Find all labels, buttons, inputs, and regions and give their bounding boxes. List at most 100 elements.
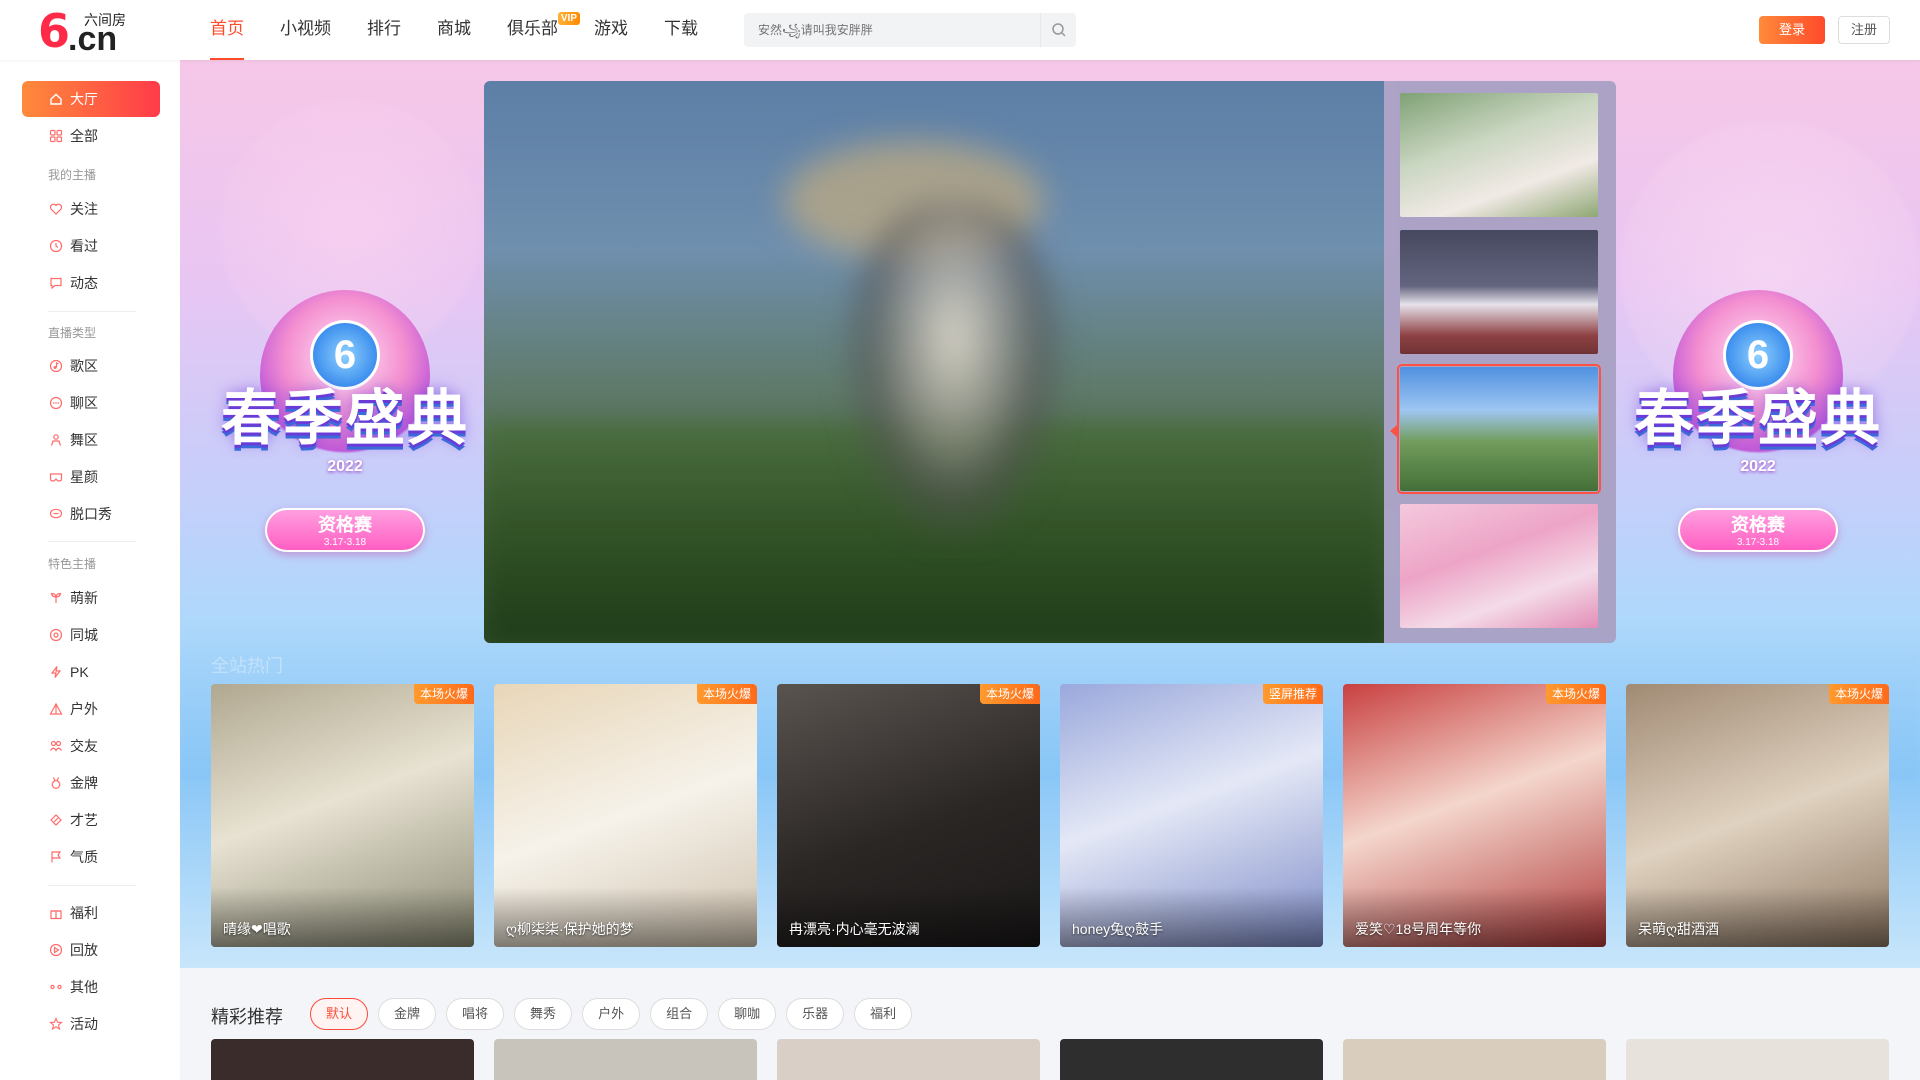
sidebar-item-pk[interactable]: PK — [22, 654, 160, 690]
talent-icon — [48, 812, 64, 828]
sidebar-item-events[interactable]: 活动 — [22, 1006, 160, 1042]
live-card[interactable]: 竖屏推荐 honey兔ღ鼓手 — [1060, 684, 1323, 947]
sidebar-item-dating[interactable]: 交友 — [22, 728, 160, 764]
sidebar-item-hall[interactable]: 大厅 — [22, 81, 160, 117]
festival-title: 春季盛典 — [1634, 384, 1882, 454]
filter-dance[interactable]: 舞秀 — [514, 998, 573, 1030]
sidebar-item-other[interactable]: 其他 — [22, 969, 160, 1005]
sidebar-item-song[interactable]: 歌区 — [22, 348, 160, 384]
nav-games[interactable]: 游戏 — [594, 0, 628, 60]
nav-club-label: 俱乐部 — [507, 19, 558, 38]
sidebar-item-label: 其他 — [70, 979, 98, 995]
sidebar-item-label: 萌新 — [70, 590, 98, 606]
sidebar-group-my-anchors: 我的主播 — [48, 168, 97, 182]
nav-club[interactable]: 俱乐部 VIP — [507, 0, 580, 60]
replay-icon — [48, 942, 64, 958]
festival-logo-left[interactable]: 6 春季盛典 2022 资格赛 3.17-3.18 — [205, 280, 485, 560]
festival-year: 2022 — [1740, 458, 1776, 475]
filter-instrument[interactable]: 乐器 — [786, 998, 845, 1030]
sidebar-item-gold[interactable]: 金牌 — [22, 765, 160, 801]
sidebar-item-label: 回放 — [70, 942, 98, 958]
card-tag: 本场火爆 — [1828, 684, 1889, 704]
nav-ranking[interactable]: 排行 — [367, 0, 401, 60]
sidebar-item-outdoor[interactable]: 户外 — [22, 691, 160, 727]
card-tag: 本场火爆 — [979, 684, 1040, 704]
filter-outdoor[interactable]: 户外 — [582, 998, 641, 1030]
filter-group[interactable]: 组合 — [650, 998, 709, 1030]
nav-home[interactable]: 首页 — [210, 0, 244, 60]
video-frame-figure — [844, 201, 1064, 541]
sidebar-item-newbie[interactable]: 萌新 — [22, 580, 160, 616]
search-input[interactable] — [744, 13, 1040, 47]
card-title: honey兔ღ鼓手 — [1072, 921, 1164, 937]
live-card[interactable]: 本场火爆 呆萌ღ甜酒酒 — [1626, 684, 1889, 947]
sidebar-item-chat[interactable]: 聊区 — [22, 385, 160, 421]
sidebar-item-local[interactable]: 同城 — [22, 617, 160, 653]
sidebar-item-talent[interactable]: 才艺 — [22, 802, 160, 838]
recommend-card[interactable] — [1343, 1039, 1606, 1080]
thumbnail-item[interactable] — [1400, 504, 1598, 628]
sidebar-item-feed[interactable]: 动态 — [22, 265, 160, 301]
festival-stage: 资格赛 — [1731, 515, 1785, 535]
sidebar-item-follow[interactable]: 关注 — [22, 191, 160, 227]
player-thumbnail-list — [1384, 81, 1616, 643]
thumbnail-item-active[interactable] — [1397, 364, 1601, 494]
festival-stage-pill[interactable]: 资格赛 3.17-3.18 — [1678, 508, 1838, 552]
sidebar-item-label: PK — [70, 664, 89, 680]
logo-name: 六间房 — [84, 12, 126, 28]
thumbnail-item[interactable] — [1400, 93, 1598, 217]
sidebar-item-label: 歌区 — [70, 358, 98, 374]
recommend-card[interactable] — [494, 1039, 757, 1080]
search-button[interactable] — [1040, 13, 1076, 47]
festival-stage: 资格赛 — [318, 515, 372, 535]
filter-singer[interactable]: 唱将 — [446, 998, 505, 1030]
star-icon — [48, 1016, 64, 1032]
sidebar-item-label: 聊区 — [70, 395, 98, 411]
live-video-player[interactable] — [484, 81, 1384, 643]
talk-icon — [48, 506, 64, 522]
live-card[interactable]: 本场火爆 ღ柳柒柒·保护她的梦 — [494, 684, 757, 947]
live-card[interactable]: 本场火爆 爱笑♡18号周年等你 — [1343, 684, 1606, 947]
sidebar-item-replay[interactable]: 回放 — [22, 932, 160, 968]
recommend-card[interactable] — [211, 1039, 474, 1080]
recommend-card[interactable] — [1060, 1039, 1323, 1080]
register-button[interactable]: 注册 — [1838, 16, 1890, 44]
friends-icon — [48, 738, 64, 754]
recommend-card[interactable] — [1626, 1039, 1889, 1080]
filter-default[interactable]: 默认 — [310, 998, 369, 1030]
filter-gold[interactable]: 金牌 — [378, 998, 437, 1030]
sidebar-item-welfare[interactable]: 福利 — [22, 895, 160, 931]
sidebar-item-label: 户外 — [70, 701, 98, 717]
music-icon — [48, 358, 64, 374]
nav-mall[interactable]: 商城 — [437, 0, 471, 60]
recommend-card[interactable] — [777, 1039, 1040, 1080]
sidebar-item-label: 气质 — [70, 849, 98, 865]
dots-icon — [48, 979, 64, 995]
festival-dates: 3.17-3.18 — [323, 537, 367, 548]
festival-stage-pill[interactable]: 资格赛 3.17-3.18 — [265, 508, 425, 552]
location-icon — [48, 627, 64, 643]
message-icon — [48, 275, 64, 291]
heart-icon — [48, 201, 64, 217]
filter-chat[interactable]: 聊咖 — [718, 998, 777, 1030]
logo-glyph: 6 — [38, 4, 71, 58]
sidebar-divider — [48, 541, 136, 542]
sidebar-item-beauty[interactable]: 星颜 — [22, 459, 160, 495]
sidebar-item-label: 福利 — [70, 905, 98, 921]
live-card[interactable]: 本场火爆 晴缘❤唱歌 — [211, 684, 474, 947]
thumbnail-item[interactable] — [1400, 230, 1598, 354]
site-logo[interactable]: 6 .cn 六间房 — [38, 4, 138, 58]
sidebar-item-history[interactable]: 看过 — [22, 228, 160, 264]
filter-welfare[interactable]: 福利 — [854, 998, 913, 1030]
card-tag: 竖屏推荐 — [1262, 684, 1323, 704]
card-title: 爱笑♡18号周年等你 — [1355, 921, 1482, 937]
login-button[interactable]: 登录 — [1759, 16, 1825, 44]
live-card[interactable]: 本场火爆 冉漂亮·内心毫无波澜 — [777, 684, 1040, 947]
nav-short-video[interactable]: 小视频 — [280, 0, 331, 60]
festival-logo-right[interactable]: 6 春季盛典 2022 资格赛 3.17-3.18 — [1618, 280, 1898, 560]
sidebar-item-talkshow[interactable]: 脱口秀 — [22, 496, 160, 532]
sidebar-item-all[interactable]: 全部 — [22, 118, 160, 154]
sidebar-item-temperament[interactable]: 气质 — [22, 839, 160, 875]
sidebar-item-dance[interactable]: 舞区 — [22, 422, 160, 458]
nav-download[interactable]: 下载 — [664, 0, 698, 60]
